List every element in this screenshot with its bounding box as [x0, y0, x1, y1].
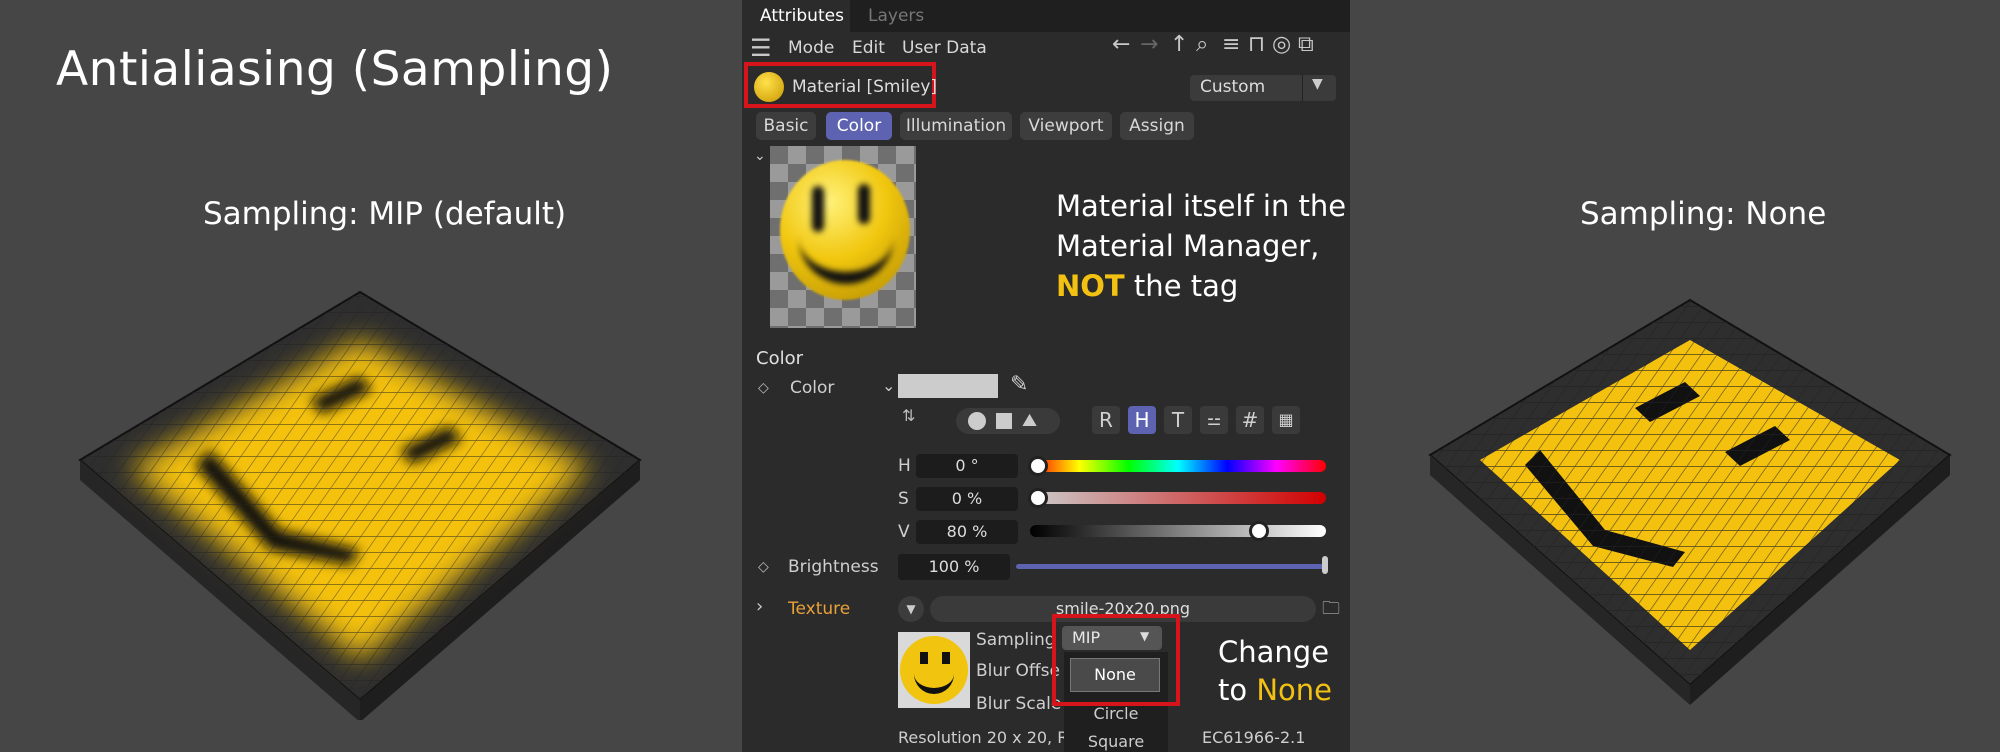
resolution-info: Resolution 20 x 20, RGB [898, 728, 1092, 747]
material-thumbnail [754, 72, 784, 102]
material-name: Material [Smiley] [792, 77, 938, 97]
change-line-1: Change [1218, 635, 1330, 669]
color-picker-type-group[interactable]: ⛰ [956, 408, 1060, 434]
mip-smiley-render [78, 290, 642, 720]
subtab-assign[interactable]: Assign [1120, 112, 1194, 140]
change-none-emphasis: None [1256, 673, 1333, 707]
change-prefix: to [1218, 673, 1257, 707]
dropdown-option-circle[interactable]: Circle [1064, 704, 1168, 723]
subtab-illumination[interactable]: Illumination [900, 112, 1012, 140]
resolution-info-tail: EC61966-2.1 [1202, 728, 1306, 747]
note-line-3: NOT the tag [1056, 266, 1238, 306]
blur-offset-label: Blur Offse [976, 661, 1060, 681]
sampling-highlight-box [1052, 614, 1180, 706]
dropdown-option-square[interactable]: Square [1064, 732, 1168, 751]
note-line-1: Material itself in the [1056, 189, 1347, 223]
color-label: Color [790, 378, 835, 398]
new-window-icon[interactable]: ⧉ [1298, 32, 1314, 57]
texture-thumbnail [898, 632, 970, 708]
rgb-mode-button[interactable]: R [1092, 406, 1120, 434]
slide-title: Antialiasing (Sampling) [56, 42, 614, 97]
h-label: H [898, 456, 911, 476]
note-tail: the tag [1124, 269, 1239, 303]
material-preview [770, 146, 916, 328]
square-mode-icon[interactable] [996, 413, 1012, 429]
wheel-mode-icon[interactable] [968, 412, 986, 430]
s-slider-knob[interactable] [1028, 488, 1048, 508]
tab-attributes[interactable]: Attributes [760, 6, 844, 26]
blur-scale-label: Blur Scale [976, 694, 1062, 714]
menu-edit[interactable]: Edit [852, 38, 885, 58]
v-label: V [898, 522, 910, 542]
menu-user-data[interactable]: User Data [902, 38, 987, 58]
tab-layers[interactable]: Layers [868, 6, 924, 26]
note-not-emphasis: NOT [1056, 269, 1125, 303]
up-arrow-icon[interactable]: ↑ [1170, 32, 1188, 57]
color-swatch[interactable] [898, 374, 998, 398]
back-arrow-icon[interactable]: ← [1112, 32, 1130, 57]
search-icon[interactable]: ⌕ [1196, 32, 1208, 57]
mixer-mode-icon[interactable]: ⚍ [1200, 406, 1228, 434]
texture-label: Texture [788, 599, 851, 619]
hsv-mode-button[interactable]: H [1128, 406, 1156, 434]
subtab-color[interactable]: Color [826, 112, 892, 140]
brightness-keyframe-icon[interactable]: ◇ [758, 559, 769, 575]
sampling-label: Sampling [976, 630, 1056, 650]
attributes-panel: Attributes Layers ☰ Mode Edit User Data … [742, 0, 1350, 752]
collapse-chevron-icon[interactable]: ⌄ [754, 148, 766, 164]
v-value-field[interactable]: 80 % [916, 520, 1018, 544]
v-slider-knob[interactable] [1248, 521, 1269, 541]
image-mode-icon[interactable]: ⛰ [1022, 410, 1037, 431]
note-line-2: Material Manager, [1056, 229, 1320, 263]
brightness-slider-knob[interactable] [1322, 556, 1328, 574]
subtab-viewport[interactable]: Viewport [1020, 112, 1112, 140]
s-value-field[interactable]: 0 % [916, 487, 1018, 511]
folder-icon[interactable]: 🗀 [1322, 596, 1340, 626]
swap-icon[interactable]: ⇅ [902, 406, 915, 425]
brightness-slider-track[interactable] [1016, 564, 1328, 569]
v-slider-track[interactable] [1030, 525, 1326, 537]
s-label: S [898, 489, 909, 509]
section-color-heading: Color [756, 348, 803, 369]
h-slider-track[interactable] [1030, 460, 1326, 472]
hamburger-menu-icon[interactable]: ☰ [750, 34, 772, 62]
brightness-value-field[interactable]: 100 % [898, 554, 1010, 580]
preset-value: Custom [1200, 77, 1266, 97]
subtab-basic[interactable]: Basic [756, 112, 816, 140]
preview-sphere [780, 160, 910, 300]
target-icon[interactable]: ◎ [1272, 32, 1291, 57]
forward-arrow-icon[interactable]: → [1140, 32, 1158, 57]
temperature-mode-button[interactable]: T [1164, 406, 1192, 434]
s-slider-track[interactable] [1030, 492, 1326, 504]
chevron-down-icon: ▼ [1312, 76, 1323, 92]
change-line-2: to None [1218, 670, 1332, 710]
none-smiley-render [1428, 298, 1952, 705]
eyedropper-icon[interactable]: ✎ [1010, 372, 1028, 397]
preset-dropdown[interactable]: Custom ▼ [1190, 75, 1336, 101]
keyframe-diamond-icon[interactable]: ◇ [758, 380, 769, 396]
brightness-label: Brightness [788, 557, 879, 577]
lock-icon[interactable]: ⊓ [1248, 32, 1265, 57]
texture-expand-chevron-icon[interactable]: › [756, 596, 763, 617]
right-caption: Sampling: None [1580, 196, 1827, 232]
left-caption: Sampling: MIP (default) [203, 196, 567, 232]
h-value-field[interactable]: 0 ° [916, 454, 1018, 478]
menu-mode[interactable]: Mode [788, 38, 834, 58]
texture-options-chevron-icon[interactable]: ▼ [898, 596, 924, 622]
panel-tab-bar: Attributes Layers [742, 0, 1350, 32]
color-expand-chevron-icon[interactable]: ⌄ [882, 376, 895, 395]
hex-mode-button[interactable]: # [1236, 406, 1264, 434]
swatches-mode-icon[interactable]: ▦ [1272, 406, 1300, 434]
h-slider-knob[interactable] [1028, 456, 1048, 476]
filter-icon[interactable]: ≡ [1222, 32, 1240, 57]
